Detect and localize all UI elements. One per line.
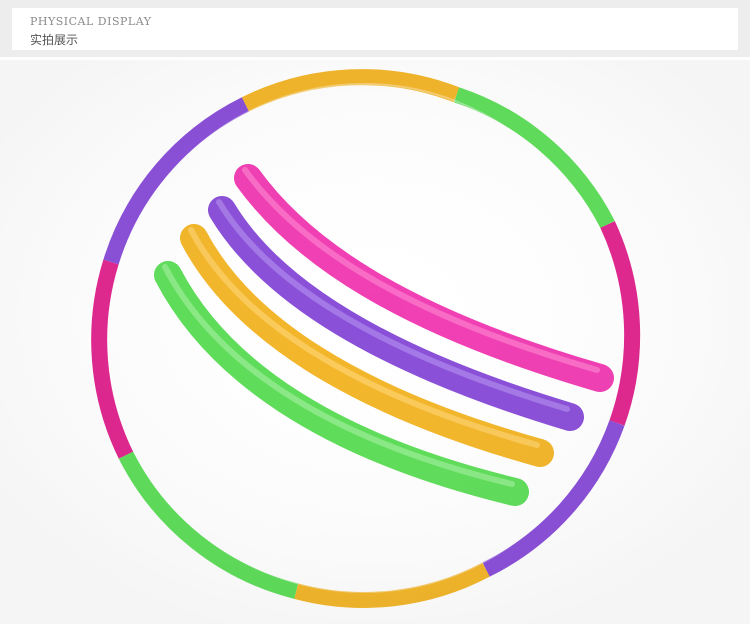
section-header: PHYSICAL DISPLAY 实拍展示 bbox=[12, 8, 738, 50]
product-photo bbox=[0, 60, 750, 624]
product-display-page: PHYSICAL DISPLAY 实拍展示 bbox=[0, 0, 750, 624]
section-header-band: PHYSICAL DISPLAY 实拍展示 bbox=[0, 0, 750, 57]
photo-shading bbox=[0, 60, 750, 624]
section-title-cn: 实拍展示 bbox=[30, 33, 79, 47]
hula-hoop-illustration bbox=[0, 60, 750, 624]
section-title-en: PHYSICAL DISPLAY bbox=[30, 15, 152, 28]
